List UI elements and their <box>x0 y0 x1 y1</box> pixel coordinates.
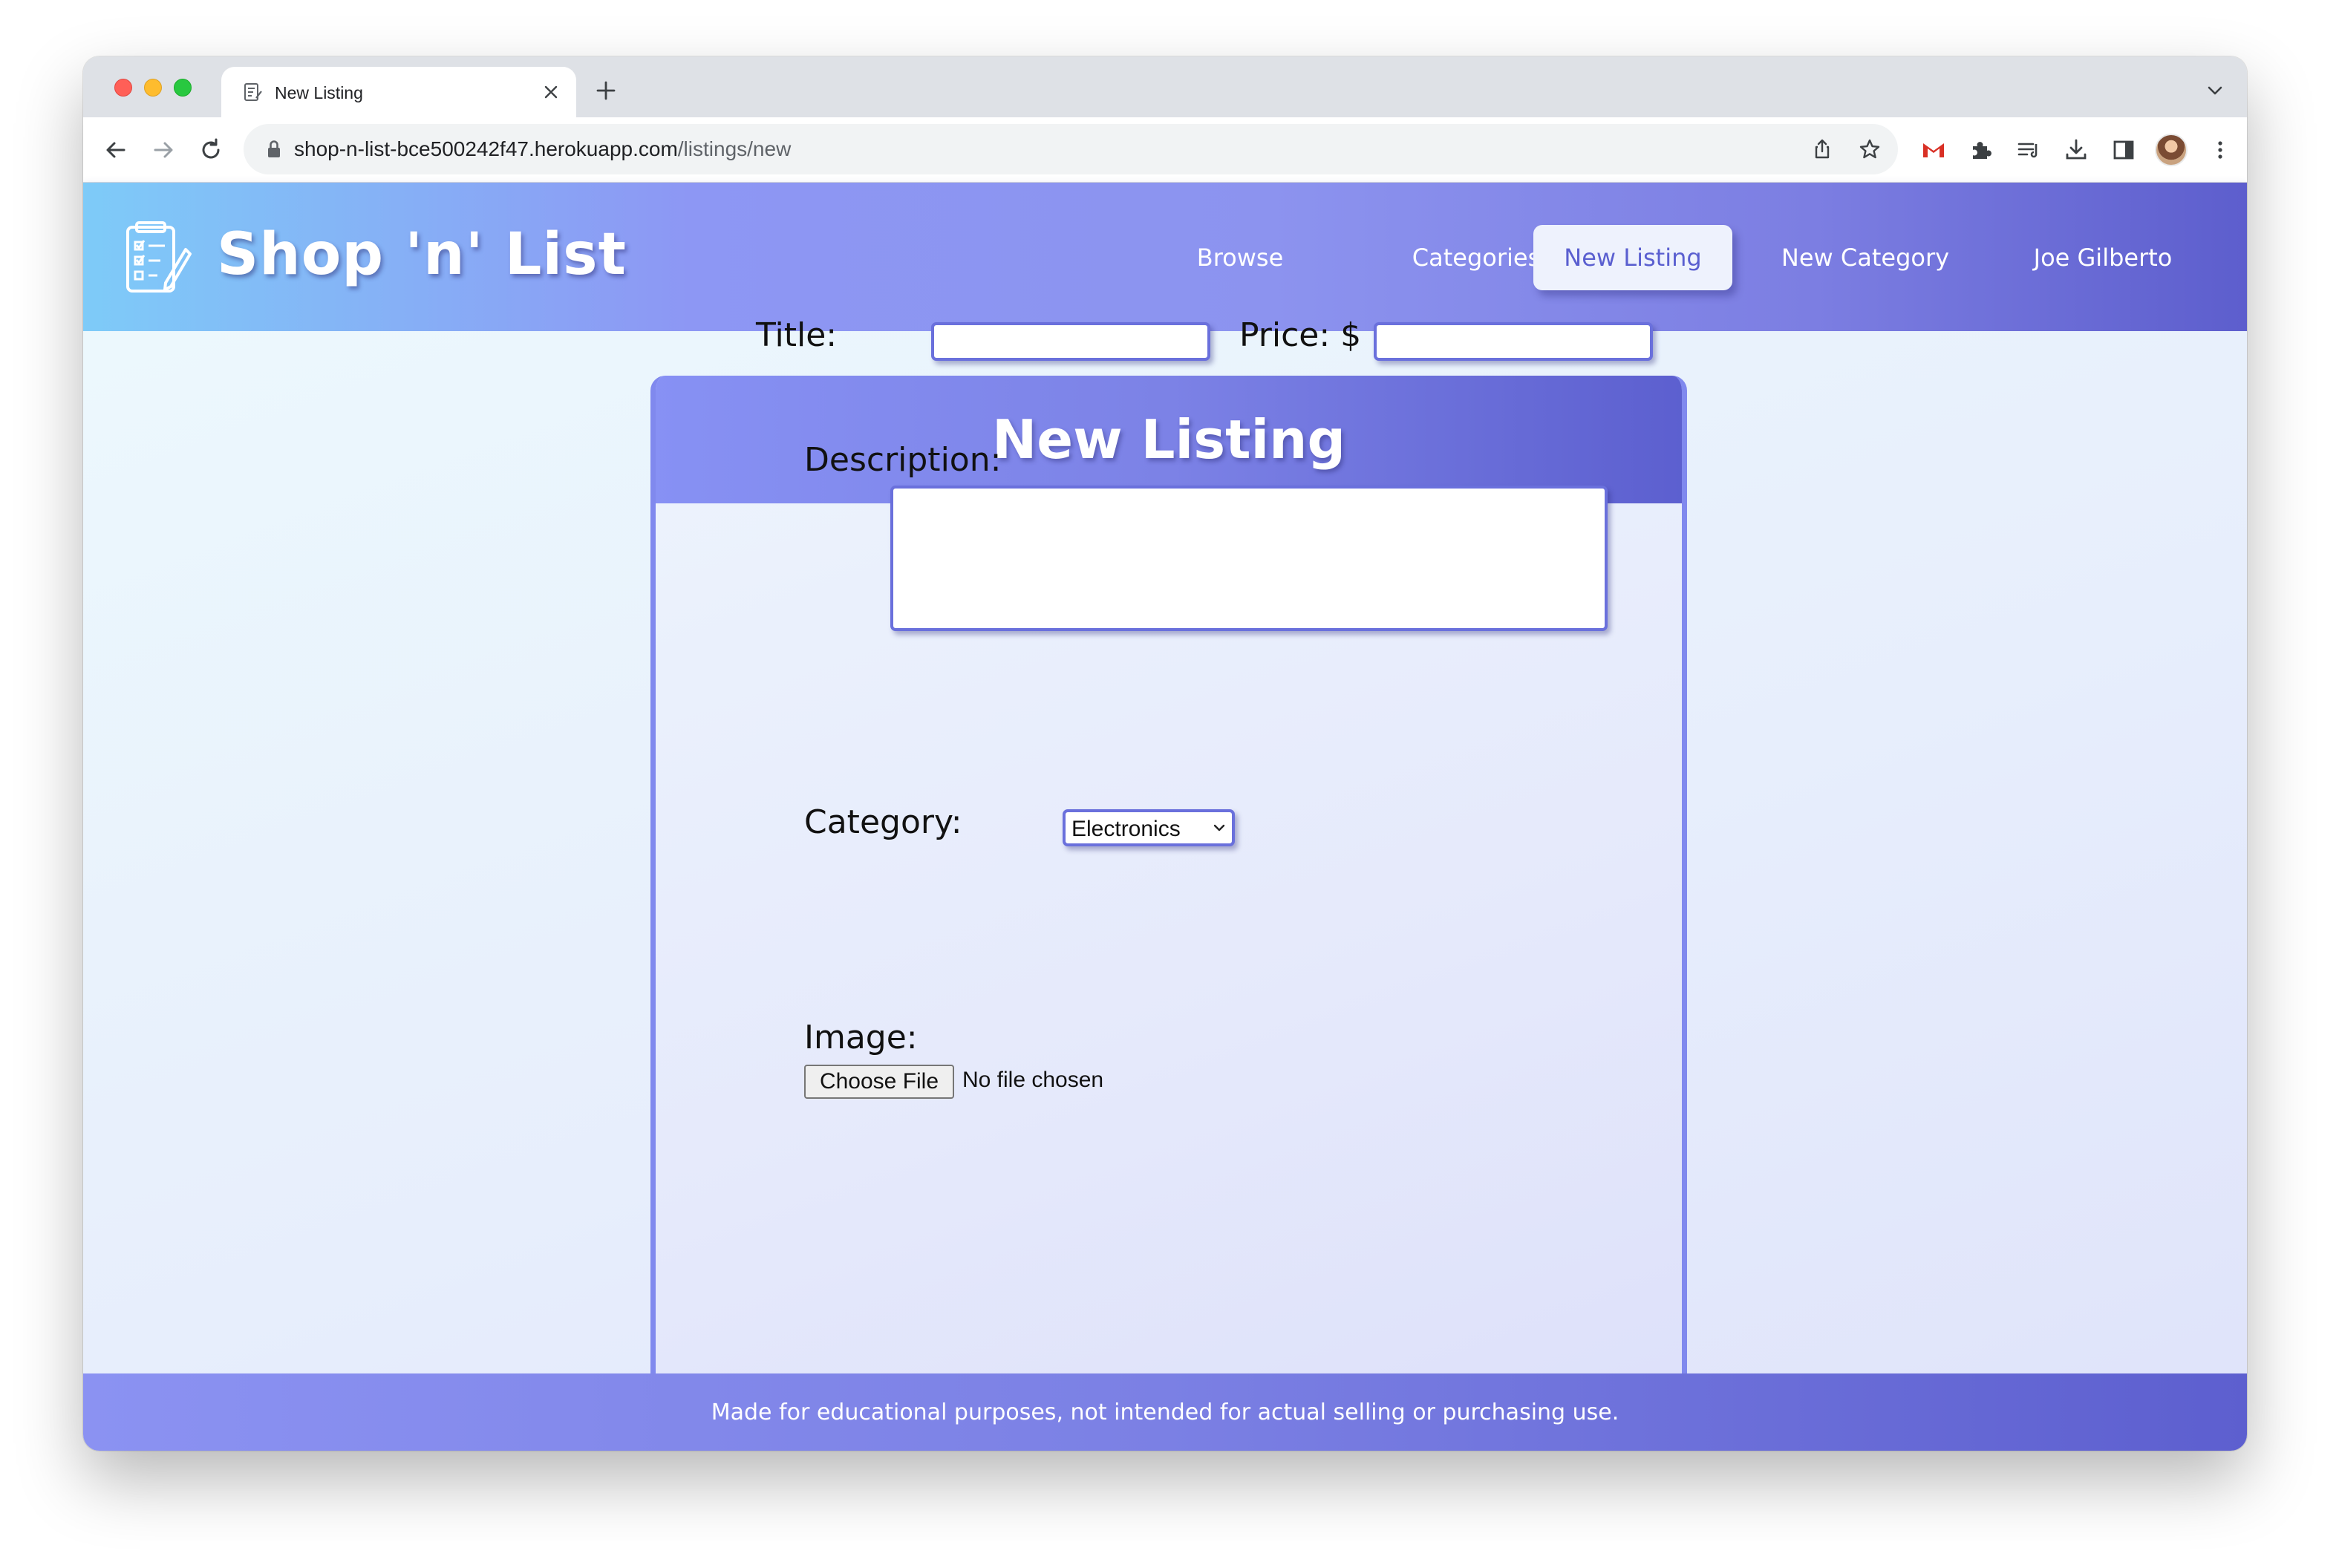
reload-icon[interactable] <box>196 135 226 165</box>
puzzle-icon[interactable] <box>1965 134 1997 166</box>
media-queue-icon[interactable] <box>2012 134 2045 166</box>
category-label: Category: <box>804 803 962 841</box>
description-label: Description: <box>804 441 1002 479</box>
listing-form: Title: Price: $ Description: Category: E… <box>650 56 1687 1451</box>
choose-file-button[interactable]: Choose File <box>804 1065 954 1099</box>
star-icon[interactable] <box>1856 136 1883 163</box>
file-status-text: No file chosen <box>962 1068 1104 1092</box>
maximize-window-button[interactable] <box>174 79 192 97</box>
chevron-down-icon[interactable] <box>2205 83 2225 98</box>
more-options-icon[interactable] <box>2204 134 2237 166</box>
close-icon[interactable] <box>541 82 561 102</box>
title-input[interactable] <box>931 322 1210 361</box>
page-footer: Made for educational purposes, not inten… <box>83 1373 2247 1451</box>
forward-arrow-icon[interactable] <box>149 135 178 165</box>
nav-new-category[interactable]: New Category <box>1746 225 1984 290</box>
profile-avatar[interactable] <box>2155 134 2188 166</box>
close-window-button[interactable] <box>114 79 132 97</box>
browser-tab[interactable]: New Listing <box>221 67 576 119</box>
notepad-icon <box>244 83 262 101</box>
share-icon[interactable] <box>1809 136 1836 163</box>
download-icon[interactable] <box>2060 134 2092 166</box>
nav-user-profile[interactable]: Joe Gilberto <box>1991 225 2214 290</box>
browser-window: New Listing shop-n-list-bce500242f47.her… <box>83 56 2247 1451</box>
gmail-icon[interactable] <box>1917 134 1950 166</box>
title-label: Title: <box>756 316 838 354</box>
category-selected-value: Electronics <box>1071 817 1181 841</box>
side-panel-icon[interactable] <box>2107 134 2140 166</box>
url-host: shop-n-list-bce500242f47.herokuapp.com <box>294 137 678 160</box>
category-select[interactable]: Electronics <box>1063 809 1235 846</box>
image-label: Image: <box>804 1019 918 1056</box>
brand-logo-text[interactable]: Shop 'n' List <box>217 221 627 288</box>
price-label: Price: $ <box>1239 316 1362 354</box>
new-tab-plus-icon[interactable] <box>593 77 619 104</box>
lock-icon[interactable] <box>266 139 282 160</box>
chevron-down-icon <box>1213 824 1225 832</box>
back-arrow-icon[interactable] <box>101 135 131 165</box>
minimize-window-button[interactable] <box>144 79 162 97</box>
tab-title: New Listing <box>275 83 363 102</box>
description-textarea[interactable] <box>890 486 1608 631</box>
price-input[interactable] <box>1374 322 1653 361</box>
footer-disclaimer: Made for educational purposes, not inten… <box>711 1399 1619 1425</box>
checklist-pencil-icon[interactable] <box>122 220 193 297</box>
